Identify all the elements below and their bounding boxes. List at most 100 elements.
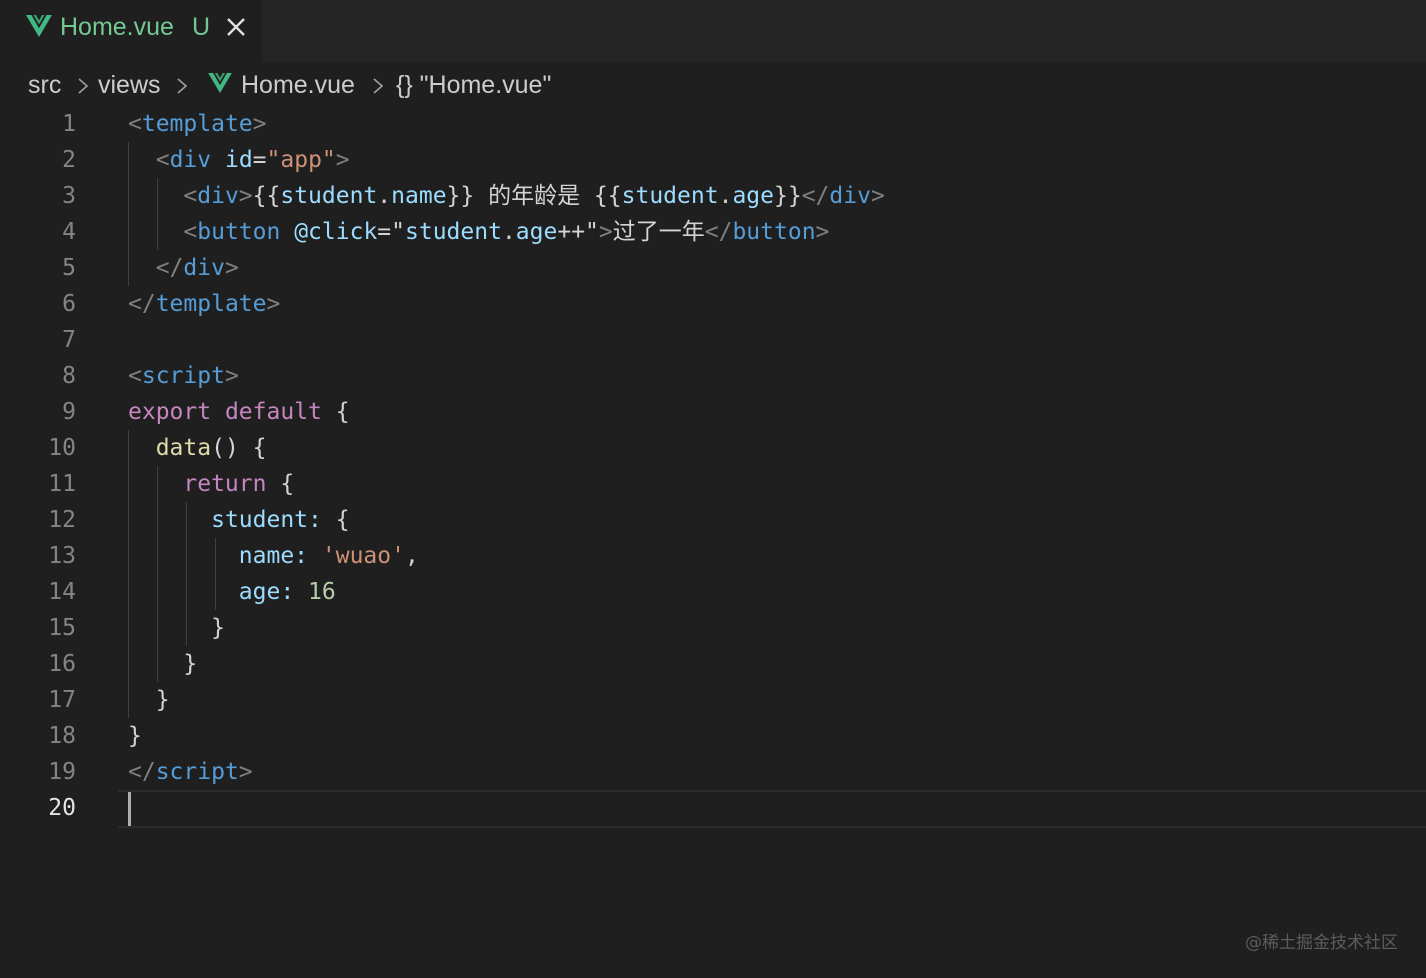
line-number: 15: [48, 615, 76, 641]
code-token: {: [266, 471, 295, 497]
code-token: <: [128, 363, 142, 389]
code-token: ++": [557, 219, 599, 245]
code-token: @click: [294, 219, 378, 245]
code-token: "app": [266, 147, 336, 173]
code-line: }: [128, 718, 142, 754]
code-line: }: [128, 682, 170, 718]
code-token: 过了一年: [612, 219, 705, 245]
line-number: 5: [62, 255, 76, 281]
code-token: script: [155, 759, 239, 785]
code-line: <button @click="student.age++">过了一年</but…: [128, 214, 829, 250]
line-number: 10: [48, 435, 76, 461]
code-line: <template>: [128, 106, 267, 142]
code-token: id: [224, 147, 253, 173]
code-token: :: [280, 579, 295, 605]
line-number: 18: [48, 723, 76, 749]
code-token: student: [621, 183, 719, 209]
line-number: 12: [48, 507, 76, 533]
chevron-right-icon: [373, 78, 384, 94]
code-editor[interactable]: 1 2 3 4 5 6 7 8 9 10 11 12 13 14 15 16 17 18 19 20 <template…: [0, 106, 1426, 846]
code-token: .: [377, 183, 392, 209]
code-token: template: [155, 291, 267, 317]
code-token: age: [732, 183, 774, 209]
breadcrumb-item-symbol[interactable]: {} "Home.vue": [396, 68, 551, 102]
code-token: {: [321, 399, 350, 425]
code-line: <div>{{student.name}} 的年龄是 {{student.age…: [128, 178, 885, 214]
code-token: </: [128, 759, 156, 785]
code-token: .: [718, 183, 733, 209]
code-token: >: [238, 183, 253, 209]
editor-tab-home-vue[interactable]: Home.vue U: [0, 0, 262, 62]
current-line-highlight: [118, 790, 1426, 828]
code-token: button: [732, 219, 816, 245]
code-line: <div id="app">: [128, 142, 350, 178]
breadcrumb-item-views[interactable]: views: [98, 68, 161, 102]
chevron-right-icon: [78, 78, 89, 94]
code-line: export default {: [128, 394, 350, 430]
breadcrumb-item-file[interactable]: Home.vue: [241, 68, 355, 102]
code-token: .: [501, 219, 516, 245]
code-token: age: [515, 219, 558, 245]
code-token: }: [128, 687, 170, 713]
code-token: div: [183, 255, 225, 281]
chevron-right-icon: [177, 78, 188, 94]
watermark: @稀土掘金技术社区: [1245, 933, 1398, 953]
code-token: name: [391, 183, 447, 209]
vue-icon: [208, 73, 232, 93]
code-line: </div>: [128, 250, 239, 286]
code-token: default: [224, 399, 322, 425]
code-token: () {: [211, 435, 267, 461]
tab-untracked-badge: U: [192, 13, 211, 41]
line-number: 9: [62, 399, 76, 425]
code-line: }: [128, 610, 225, 646]
line-number: 6: [62, 291, 76, 317]
line-number: 19: [48, 759, 76, 785]
code-token: script: [141, 363, 225, 389]
code-token: 'wuao': [321, 543, 405, 569]
code-token: :: [294, 543, 309, 569]
code-token: export: [128, 399, 212, 425]
code-token: div: [169, 147, 212, 173]
code-token: student: [211, 507, 309, 533]
line-number: 17: [48, 687, 76, 713]
code-line: </template>: [128, 286, 280, 322]
code-line: name: 'wuao',: [128, 538, 419, 574]
code-token: 16: [308, 579, 336, 605]
code-token: {{: [252, 183, 281, 209]
code-token: }: [128, 615, 225, 641]
line-number: 4: [62, 219, 76, 245]
code-line: data() {: [128, 430, 267, 466]
code-token: :: [308, 507, 322, 533]
code-token: </: [128, 291, 156, 317]
code-token: ,: [404, 543, 419, 569]
code-token: {: [321, 507, 350, 533]
code-token: }} 的年龄是 {{: [446, 183, 622, 209]
code-token: <: [128, 111, 142, 137]
code-token: <: [183, 219, 198, 245]
code-token: </: [704, 219, 733, 245]
code-token: div: [829, 183, 871, 209]
code-token: >: [870, 183, 885, 209]
code-line: }: [128, 646, 197, 682]
code-token: >: [815, 219, 830, 245]
close-icon[interactable]: [224, 15, 248, 39]
code-token: <: [183, 183, 198, 209]
breadcrumb-item-src[interactable]: src: [28, 68, 61, 102]
line-number: 14: [48, 579, 76, 605]
tab-bar: Home.vue U: [0, 0, 1426, 62]
code-token: <: [155, 147, 170, 173]
tab-filename: Home.vue: [60, 13, 174, 41]
code-token: </: [155, 255, 184, 281]
